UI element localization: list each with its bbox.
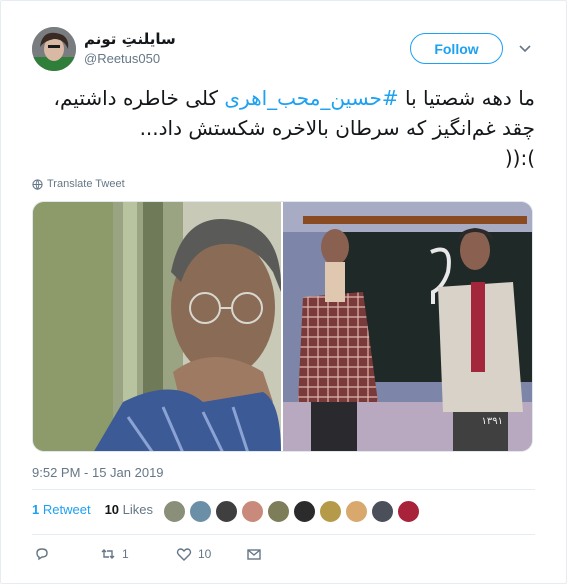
liker-avatar[interactable] [319, 500, 342, 523]
tweet-line-2: چقد غم‌انگیز که سرطان بالاخره شکستش داد.… [139, 116, 535, 140]
translate-tweet-link[interactable]: Translate Tweet [32, 178, 125, 190]
liker-avatar[interactable] [163, 500, 186, 523]
retweet-action[interactable]: 1 [100, 546, 176, 562]
tweet-text-before: ما دهه شصتیا با [398, 86, 535, 110]
avatar-image [32, 27, 76, 71]
tweet-line-1: ما دهه شصتیا با #حسین_محب_اهری کلی خاطره… [32, 83, 535, 113]
tweet-stats: 1 Retweet 10 Likes [32, 502, 153, 517]
tweet-text: ما دهه شصتیا با #حسین_محب_اهری کلی خاطره… [32, 83, 535, 173]
liker-avatar[interactable] [345, 500, 368, 523]
like-count: 10 [198, 547, 212, 561]
globe-icon [32, 178, 43, 190]
retweet-count: 1 [122, 547, 129, 561]
direct-message-action[interactable] [246, 546, 262, 562]
heart-icon [176, 548, 192, 561]
divider-top [32, 489, 535, 490]
reply-action[interactable] [34, 546, 100, 562]
likes-stat[interactable]: 10 Likes [105, 502, 153, 517]
retweets-stat[interactable]: 1 Retweet [32, 502, 91, 517]
liker-avatar[interactable] [215, 500, 238, 523]
tweet-timestamp[interactable]: 9:52 PM - 15 Jan 2019 [32, 465, 164, 480]
translate-label: Translate Tweet [47, 178, 125, 190]
tweet-line-3: ):(( [504, 146, 535, 170]
hashtag-link[interactable]: #حسین_محب_اهری [224, 86, 398, 110]
photo-tv-show[interactable]: ۱۳۹۱ [283, 202, 533, 452]
tweet-text-after: کلی خاطره داشتیم، [53, 86, 225, 110]
user-handle[interactable]: @Reetus050 [84, 51, 176, 66]
liker-avatar[interactable] [189, 500, 212, 523]
liker-avatar[interactable] [241, 500, 264, 523]
chevron-down-icon[interactable] [518, 41, 532, 55]
media-caption-year: ۱۳۹۱ [482, 416, 503, 427]
follow-button[interactable]: Follow [410, 33, 503, 64]
liker-avatar[interactable] [371, 500, 394, 523]
likes-label: Likes [122, 502, 154, 517]
retweets-label: Retweet [42, 502, 91, 517]
tweet-actions: 1 10 [34, 546, 262, 562]
tweet-media[interactable]: ۱۳۹۱ [32, 201, 533, 452]
liker-avatar[interactable] [397, 500, 420, 523]
reply-icon [36, 548, 48, 561]
retweet-icon [101, 549, 115, 559]
avatar[interactable] [32, 27, 76, 71]
likes-count: 10 [104, 502, 120, 517]
tweet-card: سایلنتِ تونم @Reetus050 Follow ما دهه شص… [0, 0, 567, 584]
envelope-icon [247, 549, 261, 560]
likers-avatars [163, 500, 420, 523]
retweets-count: 1 [32, 502, 40, 517]
like-action[interactable]: 10 [176, 546, 246, 562]
display-name[interactable]: سایلنتِ تونم [84, 30, 176, 48]
liker-avatar[interactable] [293, 500, 316, 523]
photo-man-glasses[interactable] [33, 202, 281, 452]
liker-avatar[interactable] [267, 500, 290, 523]
divider-bottom [32, 534, 535, 535]
